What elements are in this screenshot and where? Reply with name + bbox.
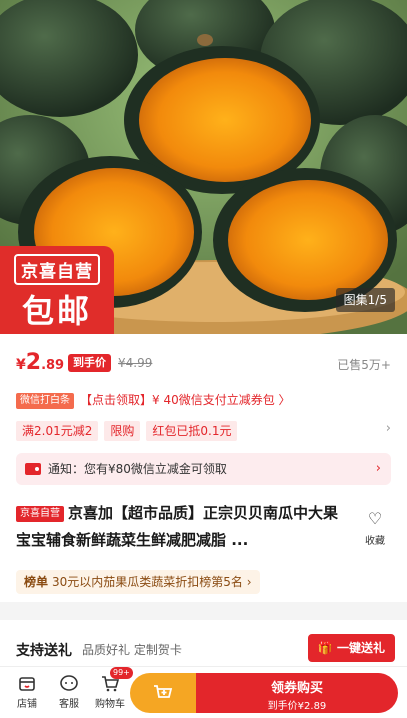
buy-now-button[interactable]: 领券购买 到手价¥2.89 xyxy=(196,673,398,713)
ranking-label: 榜单 xyxy=(24,575,49,589)
customer-service-button[interactable]: 客服 xyxy=(52,673,86,710)
promo-tag: 满2.01元减2 xyxy=(16,421,99,441)
add-cart-icon xyxy=(154,685,173,698)
jingxi-brand-badge: 京喜自营 包邮 xyxy=(0,246,114,334)
notice-banner[interactable]: 通知：您有¥80微信立减金可领取 › xyxy=(16,453,391,485)
wechat-coupon-row[interactable]: 微信打白条 【点击领取】¥ 40微信支付立减券包 〉 xyxy=(16,390,391,410)
product-title-text: 京喜加【超市品质】正宗贝贝南瓜中大果宝宝辅食新鲜蔬菜生鲜减肥减脂 ... xyxy=(16,504,339,549)
self-operated-tag: 京喜自营 xyxy=(16,506,64,522)
service-label: 客服 xyxy=(59,699,79,710)
gift-heading: 支持送礼 xyxy=(16,643,72,659)
brand-badge-name: 京喜自营 xyxy=(14,254,100,285)
price-decimal: .89 xyxy=(41,358,65,373)
free-shipping-label: 包邮 xyxy=(21,292,92,330)
chat-icon xyxy=(60,675,78,691)
store-label: 店铺 xyxy=(17,699,37,710)
cart-count-badge: 99+ xyxy=(110,667,133,679)
price-integer: 2 xyxy=(25,350,42,375)
promo-tag: 红包已抵0.1元 xyxy=(146,421,238,441)
chevron-right-icon[interactable]: › xyxy=(386,421,391,436)
heart-icon: ♡ xyxy=(367,509,383,528)
send-gift-label: 一键送礼 xyxy=(336,641,385,655)
send-gift-button[interactable]: 🎁 一键送礼 xyxy=(307,634,395,662)
add-to-cart-button[interactable] xyxy=(130,673,196,713)
buy-button-price: 到手价¥2.89 xyxy=(267,701,327,712)
notice-text: 通知：您有¥80微信立减金可领取 xyxy=(48,462,227,476)
chevron-right-icon[interactable]: › xyxy=(376,453,381,485)
coupon-text[interactable]: 【点击领取】¥ 40微信支付立减券包 〉 xyxy=(80,393,291,407)
store-button[interactable]: 店铺 xyxy=(10,673,44,710)
sold-count: 已售5万+ xyxy=(337,358,391,372)
promotion-row[interactable]: 满2.01元减2 限购 红包已抵0.1元 › xyxy=(16,420,391,442)
original-price: ¥4.99 xyxy=(118,356,153,370)
promo-tag: 限购 xyxy=(104,421,141,441)
arrival-price-tag: 到手价 xyxy=(68,354,111,372)
cart-button[interactable]: 99+ 购物车 xyxy=(92,667,133,710)
favorite-label: 收藏 xyxy=(365,536,385,547)
ranking-badge[interactable]: 榜单 30元以内茄果瓜类蔬菜折扣榜第5名 › xyxy=(16,570,260,594)
product-info-card: ¥2.89 到手价 ¥4.99 已售5万+ 微信打白条 【点击领取】¥ 40微信支… xyxy=(0,334,407,602)
store-icon xyxy=(19,677,35,691)
wallet-icon xyxy=(25,463,41,475)
product-hero-image[interactable]: 京喜自营 包邮 图集1/5 xyxy=(0,0,407,334)
favorite-button[interactable]: ♡ 收藏 xyxy=(357,509,393,548)
ranking-text: 30元以内茄果瓜类蔬菜折扣榜第5名 › xyxy=(52,575,252,589)
coupon-source-tag: 微信打白条 xyxy=(16,392,74,409)
bottom-action-bar: 店铺 客服 99+ 购物车 领券购买 到手价¥2.89 xyxy=(0,666,407,718)
price-row: ¥2.89 到手价 ¥4.99 已售5万+ xyxy=(16,350,391,378)
gift-subtitle: 品质好礼 定制贺卡 xyxy=(82,643,182,657)
cart-label: 购物车 xyxy=(95,699,125,710)
product-title: 京喜自营 京喜加【超市品质】正宗贝贝南瓜中大果宝宝辅食新鲜蔬菜生鲜减肥减脂 ... xyxy=(16,500,346,554)
current-price: ¥2.89 xyxy=(16,350,64,375)
price-currency: ¥ xyxy=(16,357,26,373)
buy-button-label: 领券购买 xyxy=(270,681,323,696)
gallery-counter[interactable]: 图集1/5 xyxy=(335,288,395,312)
